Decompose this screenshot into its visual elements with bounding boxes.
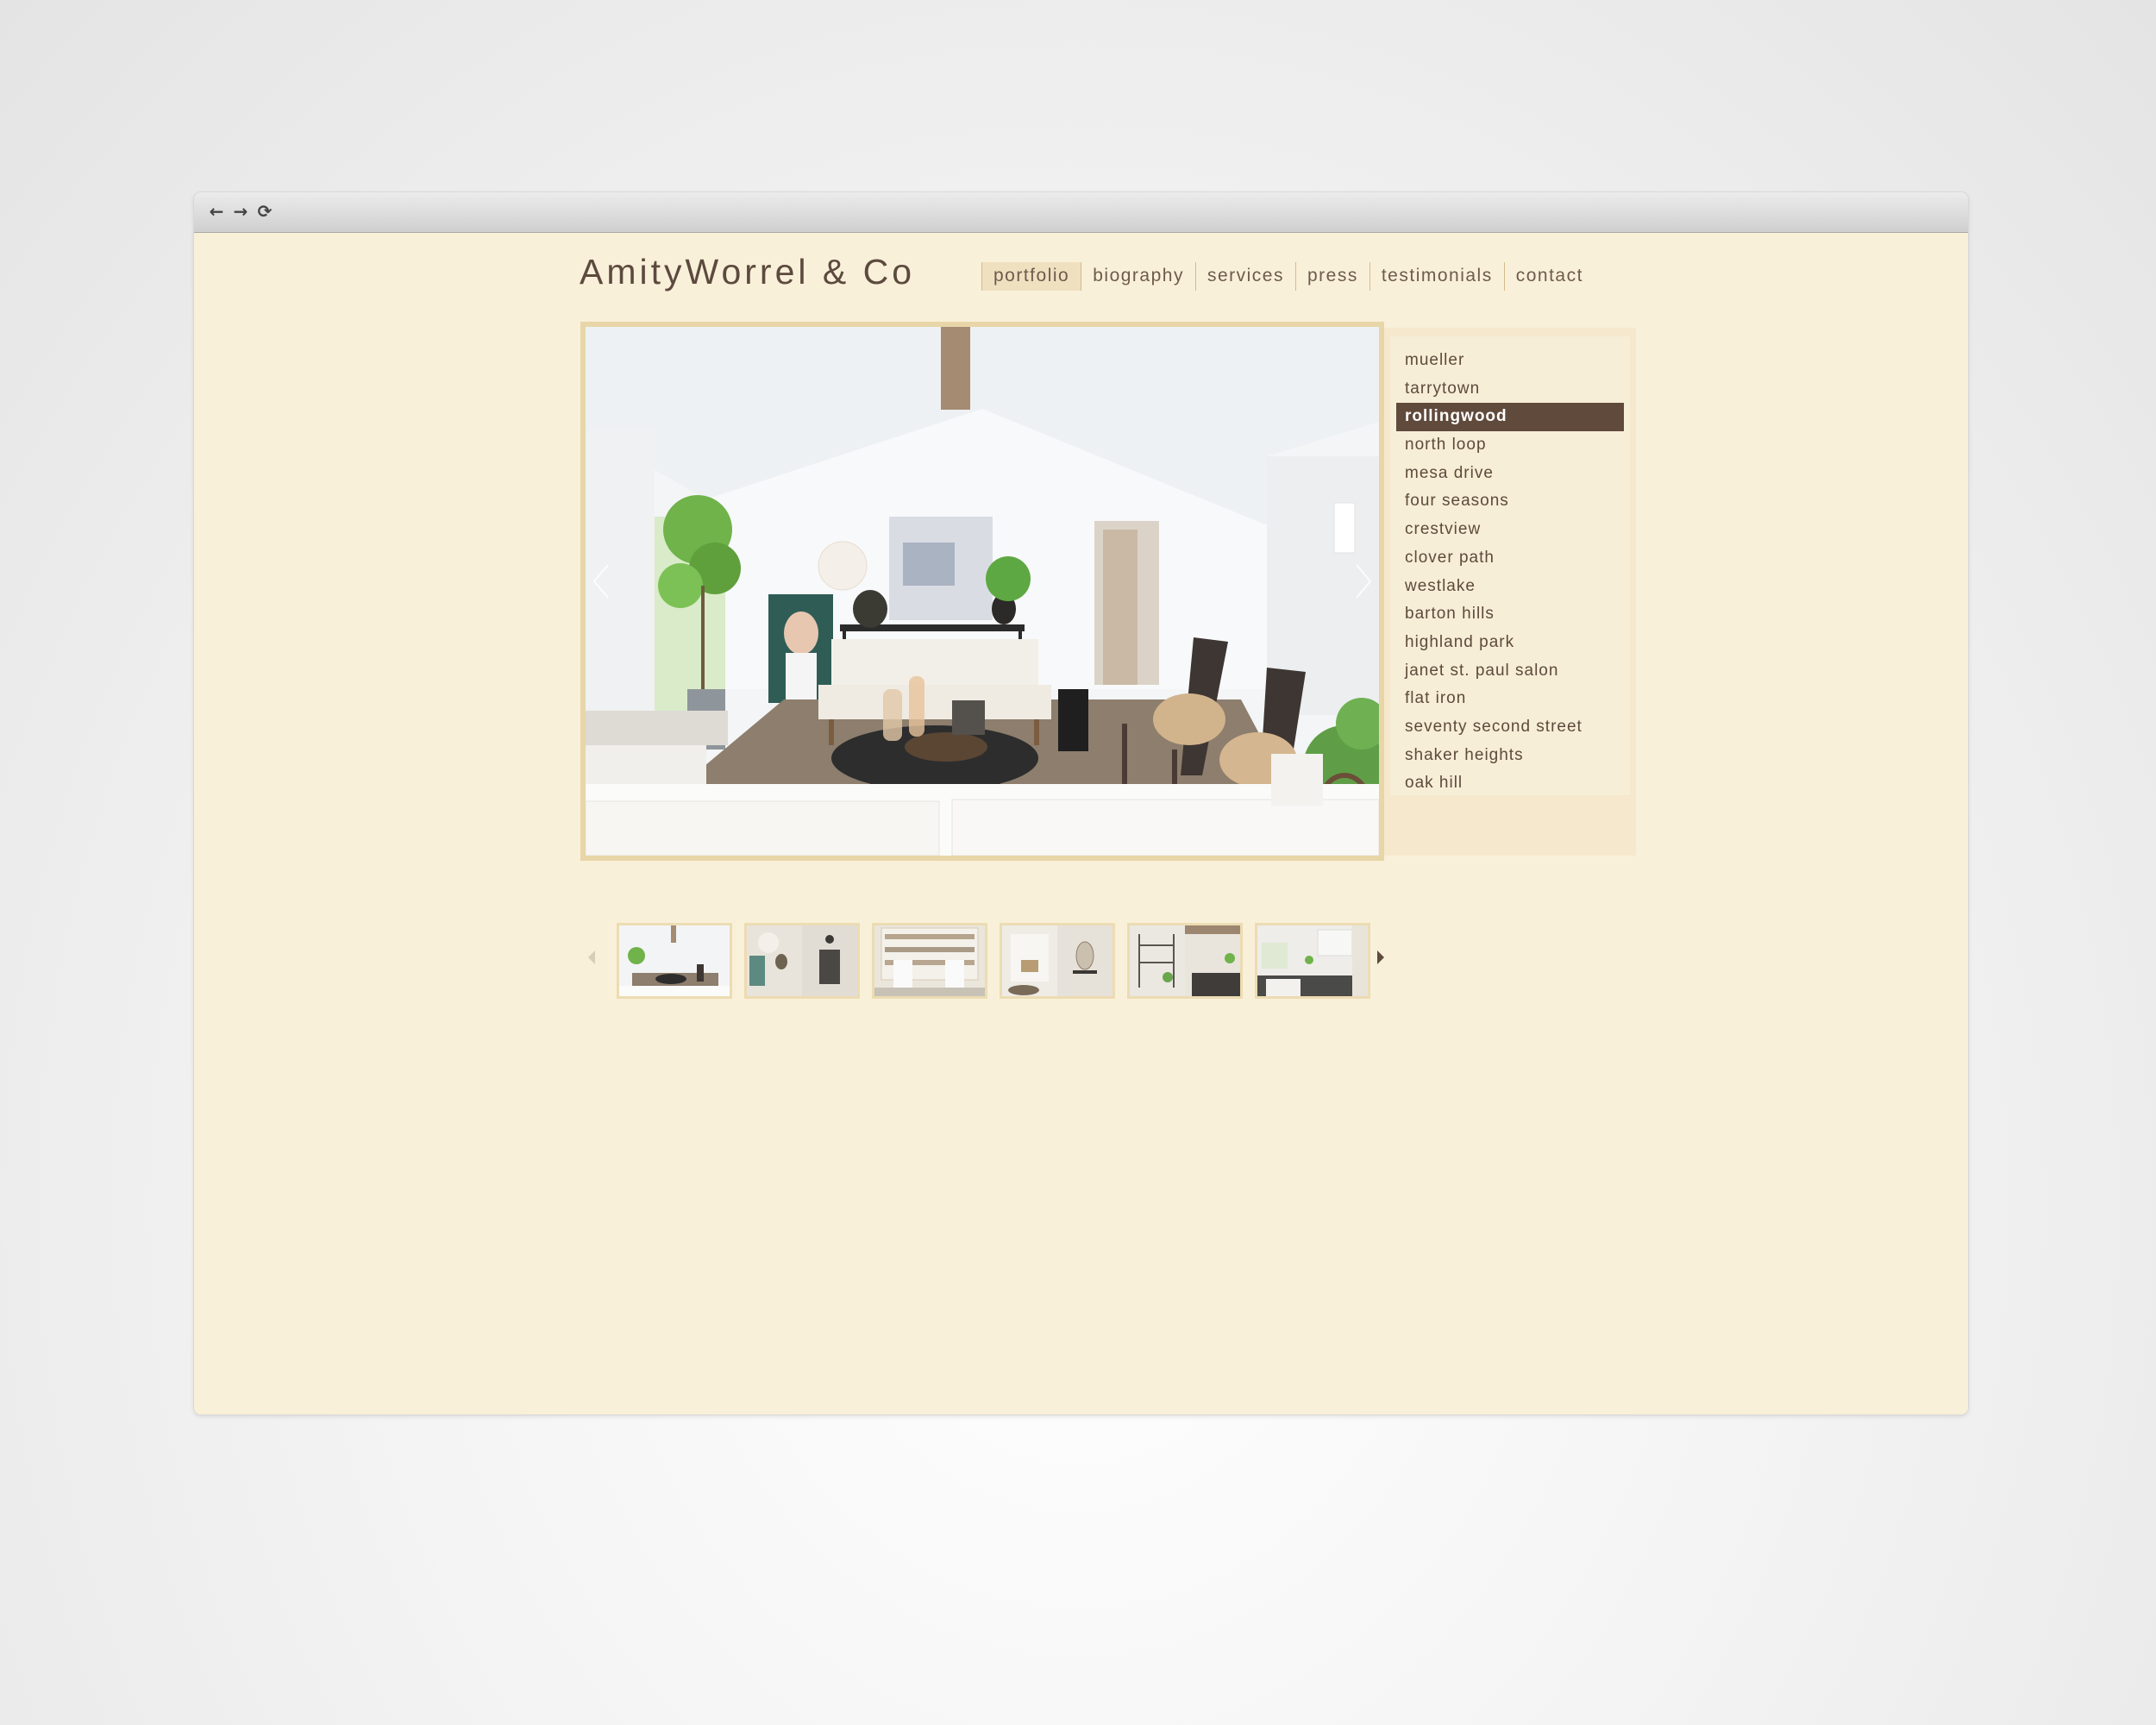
project-item-north-loop[interactable]: north loop bbox=[1396, 431, 1624, 460]
project-list-panel: mueller tarrytown rollingwood north loop… bbox=[1390, 336, 1630, 795]
thumbnail-4[interactable] bbox=[1000, 923, 1115, 999]
project-item-shaker-heights[interactable]: shaker heights bbox=[1396, 742, 1624, 770]
nav-biography[interactable]: biography bbox=[1081, 261, 1195, 291]
main-photo-frame bbox=[580, 322, 1384, 861]
chevron-right-icon[interactable] bbox=[1350, 560, 1376, 603]
project-item-clover-path[interactable]: clover path bbox=[1396, 544, 1624, 573]
project-item-highland-park[interactable]: highland park bbox=[1396, 629, 1624, 657]
chevron-left-icon[interactable] bbox=[589, 560, 615, 603]
thumbnail-6[interactable] bbox=[1255, 923, 1370, 999]
project-item-four-seasons[interactable]: four seasons bbox=[1396, 487, 1624, 516]
thumbnail-image bbox=[874, 925, 985, 996]
project-item-mueller[interactable]: mueller bbox=[1396, 347, 1624, 375]
main-nav: portfolio biography services press testi… bbox=[981, 261, 1595, 291]
back-arrow-icon[interactable]: ← bbox=[206, 201, 227, 222]
project-item-flat-iron[interactable]: flat iron bbox=[1396, 685, 1624, 713]
browser-toolbar: ← → ⟳ bbox=[194, 192, 1968, 233]
project-item-janet-st-paul-salon[interactable]: janet st. paul salon bbox=[1396, 657, 1624, 686]
project-item-rollingwood[interactable]: rollingwood bbox=[1396, 403, 1624, 432]
thumbnail-strip bbox=[580, 914, 1384, 1000]
thumbnail-image bbox=[619, 925, 730, 996]
web-page: AmityWorrel & Co portfolio biography ser… bbox=[194, 233, 1968, 1414]
thumbnail-image bbox=[747, 925, 857, 996]
nav-testimonials[interactable]: testimonials bbox=[1369, 261, 1504, 291]
browser-window: ← → ⟳ AmityWorrel & Co portfolio biograp… bbox=[194, 192, 1968, 1414]
main-photo[interactable] bbox=[586, 327, 1379, 856]
reload-icon[interactable]: ⟳ bbox=[254, 201, 275, 222]
thumbnail-image bbox=[1257, 925, 1353, 996]
project-item-oak-hill[interactable]: oak hill bbox=[1396, 769, 1624, 798]
nav-services[interactable]: services bbox=[1194, 261, 1295, 291]
project-item-barton-hills[interactable]: barton hills bbox=[1396, 600, 1624, 629]
thumbnail-1[interactable] bbox=[617, 923, 732, 999]
thumbnail-image bbox=[1002, 925, 1112, 996]
nav-contact[interactable]: contact bbox=[1503, 261, 1595, 291]
site-logo[interactable]: AmityWorrel & Co bbox=[580, 252, 915, 292]
nav-portfolio[interactable]: portfolio bbox=[981, 261, 1081, 291]
thumbnail-2[interactable] bbox=[744, 923, 860, 999]
project-item-mesa-drive[interactable]: mesa drive bbox=[1396, 460, 1624, 488]
thumbnail-5[interactable] bbox=[1127, 923, 1243, 999]
thumbnail-3[interactable] bbox=[872, 923, 987, 999]
thumbnail-image bbox=[1130, 925, 1240, 996]
thumb-prev-arrow-icon[interactable] bbox=[585, 947, 599, 968]
project-item-tarrytown[interactable]: tarrytown bbox=[1396, 375, 1624, 404]
project-list: mueller tarrytown rollingwood north loop… bbox=[1396, 347, 1624, 798]
forward-arrow-icon[interactable]: → bbox=[230, 201, 251, 222]
project-item-seventy-second-street[interactable]: seventy second street bbox=[1396, 713, 1624, 742]
nav-press[interactable]: press bbox=[1294, 261, 1369, 291]
thumb-next-arrow-icon[interactable] bbox=[1374, 947, 1388, 968]
project-item-westlake[interactable]: westlake bbox=[1396, 573, 1624, 601]
project-sidebar: mueller tarrytown rollingwood north loop… bbox=[1384, 328, 1636, 856]
project-item-crestview[interactable]: crestview bbox=[1396, 516, 1624, 544]
living-room-illustration bbox=[586, 327, 1379, 856]
